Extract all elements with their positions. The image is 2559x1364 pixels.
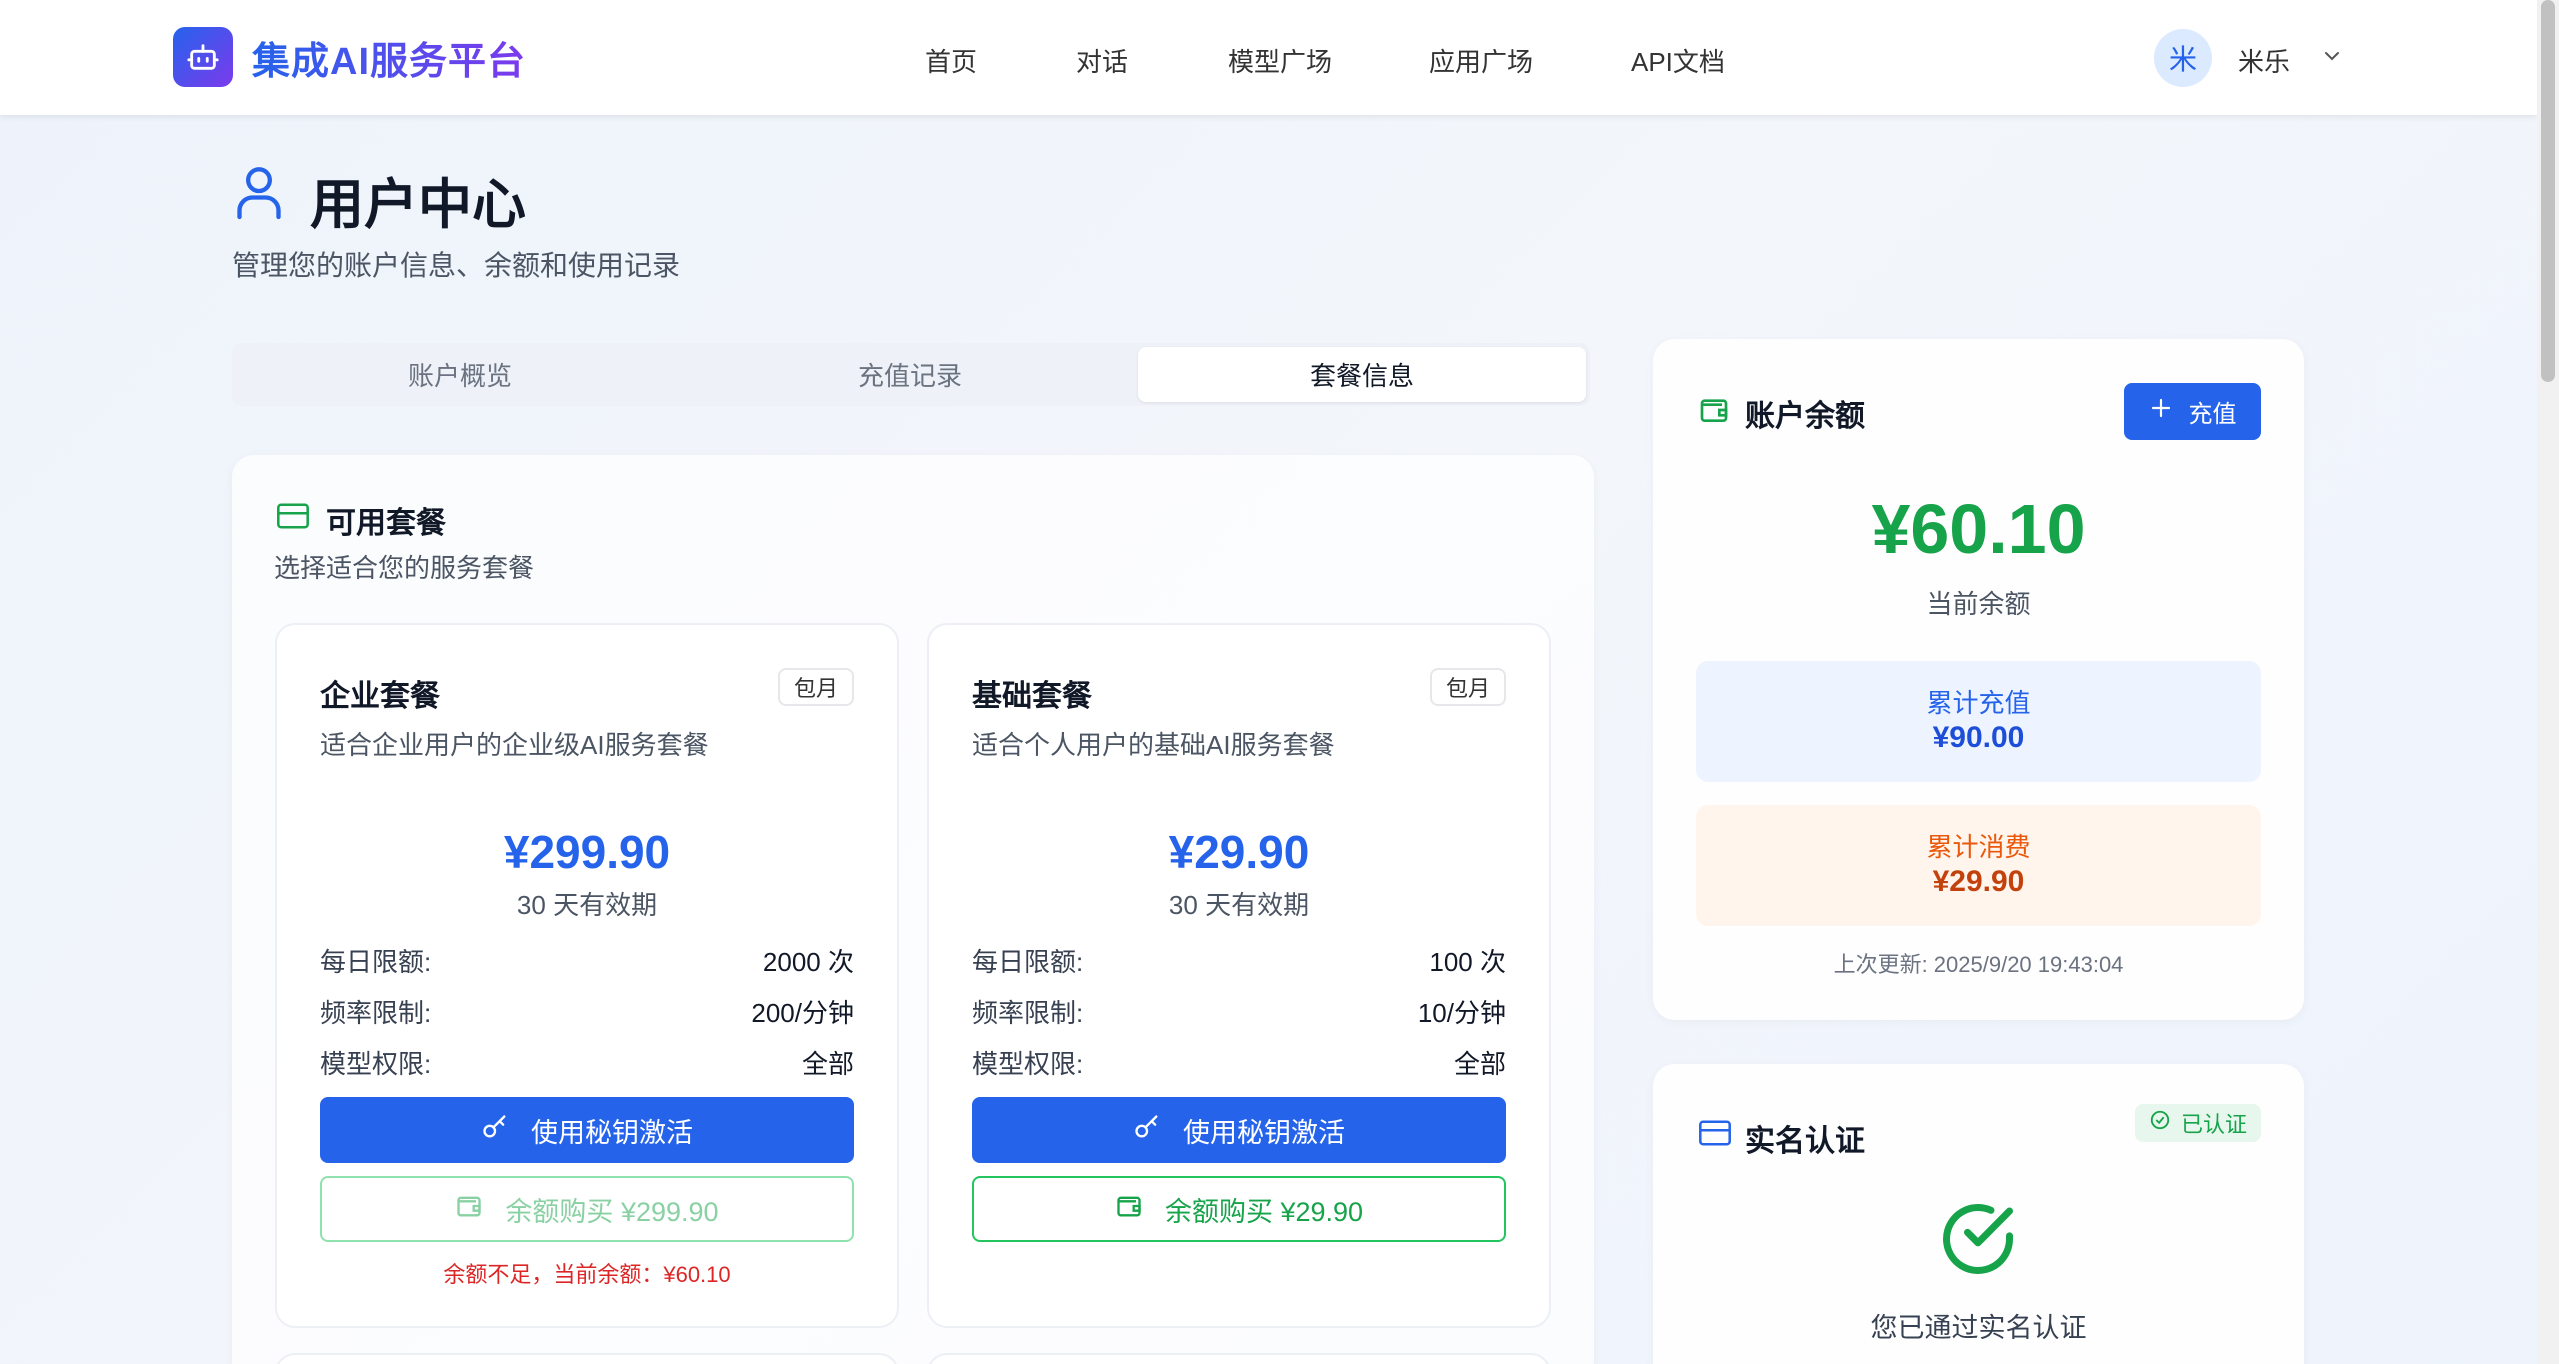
verified-check-icon xyxy=(1936,1197,2020,1286)
page-subtitle: 管理您的账户信息、余额和使用记录 xyxy=(232,250,681,281)
chevron-down-icon[interactable] xyxy=(2320,44,2344,73)
nav-home[interactable]: 首页 xyxy=(925,42,977,79)
balance-label: 当前余额 xyxy=(1926,589,2031,619)
plan-description: 适合企业用户的企业级AI服务套餐 xyxy=(320,730,709,760)
total-spend-box: 累计消费 ¥29.90 xyxy=(1696,805,2261,926)
row-value: 2000 次 xyxy=(762,947,854,977)
nav-api-docs[interactable]: API文档 xyxy=(1631,42,1725,79)
last-update-timestamp: 上次更新: 2025/9/20 19:43:04 xyxy=(1833,952,2124,977)
row-value: 全部 xyxy=(801,1049,854,1079)
key-icon xyxy=(1133,1113,1161,1148)
row-value: 全部 xyxy=(1453,1049,1506,1079)
button-label: 充值 xyxy=(2188,401,2237,428)
tab-recharge-records[interactable]: 充值记录 xyxy=(686,347,1134,402)
plus-icon xyxy=(2149,396,2173,427)
plan-price: ¥29.90 xyxy=(1168,826,1310,878)
row-label: 模型权限: xyxy=(972,1049,1084,1079)
tab-account-overview[interactable]: 账户概览 xyxy=(236,347,684,402)
insufficient-balance-warning: 余额不足，当前余额：¥60.10 xyxy=(443,1262,731,1287)
stat-value: ¥29.90 xyxy=(1932,865,2025,898)
row-label: 每日限额: xyxy=(972,947,1084,977)
key-icon xyxy=(481,1113,509,1148)
plan-validity: 30 天有效期 xyxy=(1168,890,1310,920)
robot-logo-icon[interactable] xyxy=(173,27,233,87)
wallet-icon xyxy=(455,1192,483,1227)
tab-plan-info[interactable]: 套餐信息 xyxy=(1138,347,1586,402)
buy-with-balance-button[interactable]: 余额购买 ¥299.90 xyxy=(320,1176,854,1242)
tab-bar: 账户概览 充值记录 套餐信息 xyxy=(232,343,1590,406)
button-label: 使用秘钥激活 xyxy=(1183,1117,1345,1148)
nav-chat[interactable]: 对话 xyxy=(1076,42,1128,79)
activate-with-key-button[interactable]: 使用秘钥激活 xyxy=(320,1097,854,1163)
plan-description: 适合个人用户的基础AI服务套餐 xyxy=(972,730,1335,760)
section-title: 可用套餐 xyxy=(326,507,446,540)
buy-with-balance-button[interactable]: 余额购买 ¥29.90 xyxy=(972,1176,1506,1242)
brand-name[interactable]: 集成AI服务平台 xyxy=(252,30,526,85)
page-scrollbar[interactable] xyxy=(2537,0,2559,1364)
plan-card-partial xyxy=(275,1353,899,1364)
nav-model-plaza[interactable]: 模型广场 xyxy=(1228,42,1332,79)
avatar[interactable]: 米 xyxy=(2154,29,2212,87)
row-label: 模型权限: xyxy=(320,1049,432,1079)
row-label: 每日限额: xyxy=(320,947,432,977)
stat-label: 累计消费 xyxy=(1926,832,2031,862)
balance-amount: ¥60.10 xyxy=(1871,490,2086,568)
plan-name: 企业套餐 xyxy=(320,680,440,713)
row-label: 频率限制: xyxy=(972,998,1084,1028)
row-label: 频率限制: xyxy=(320,998,432,1028)
credit-card-icon xyxy=(276,502,310,535)
plan-badge: 包月 xyxy=(1429,668,1506,706)
real-name-cert-card: 实名认证 已认证 您已通过实名认证 xyxy=(1653,1064,2304,1364)
button-label: 余额购买 ¥29.90 xyxy=(1164,1196,1364,1227)
status-badge: 已认证 xyxy=(2134,1104,2261,1142)
button-label: 余额购买 ¥299.90 xyxy=(505,1196,719,1227)
wallet-icon xyxy=(1115,1192,1143,1227)
plan-card-enterprise: 企业套餐 包月 适合企业用户的企业级AI服务套餐 ¥299.90 30 天有效期… xyxy=(275,623,899,1328)
button-label: 使用秘钥激活 xyxy=(531,1117,693,1148)
user-name[interactable]: 米乐 xyxy=(2238,42,2290,79)
row-value: 200/分钟 xyxy=(751,998,854,1028)
plan-badge: 包月 xyxy=(777,668,854,706)
card-title: 账户余额 xyxy=(1745,400,1865,433)
stat-label: 累计充值 xyxy=(1926,688,2031,718)
card-title: 实名认证 xyxy=(1745,1125,1865,1158)
check-circle-icon xyxy=(2149,1109,2171,1137)
scrollbar-thumb[interactable] xyxy=(2541,0,2555,382)
row-value: 100 次 xyxy=(1429,947,1506,977)
id-card-icon xyxy=(1698,1119,1732,1152)
recharge-button[interactable]: 充值 xyxy=(2124,383,2261,440)
plan-name: 基础套餐 xyxy=(972,680,1092,713)
plan-card-basic: 基础套餐 包月 适合个人用户的基础AI服务套餐 ¥29.90 30 天有效期 每… xyxy=(927,623,1551,1328)
activate-with-key-button[interactable]: 使用秘钥激活 xyxy=(972,1097,1506,1163)
page-title: 用户中心 xyxy=(310,175,526,235)
cert-message: 您已通过实名认证 xyxy=(1870,1313,2087,1343)
user-icon xyxy=(233,162,285,225)
stat-value: ¥90.00 xyxy=(1932,721,2025,754)
nav-app-plaza[interactable]: 应用广场 xyxy=(1429,42,1533,79)
wallet-icon xyxy=(1698,394,1730,431)
section-subtitle: 选择适合您的服务套餐 xyxy=(274,553,535,583)
plan-card-partial xyxy=(927,1353,1551,1364)
plan-validity: 30 天有效期 xyxy=(516,890,658,920)
top-navbar: 集成AI服务平台 首页 对话 模型广场 应用广场 API文档 米 米乐 xyxy=(0,0,2537,115)
badge-label: 已认证 xyxy=(2180,1112,2247,1137)
plan-price: ¥299.90 xyxy=(503,826,671,878)
total-recharge-box: 累计充值 ¥90.00 xyxy=(1696,661,2261,782)
row-value: 10/分钟 xyxy=(1417,998,1506,1028)
account-balance-card: 账户余额 充值 ¥60.10 当前余额 累计充值 ¥90.00 累计消费 ¥29… xyxy=(1653,339,2304,1020)
